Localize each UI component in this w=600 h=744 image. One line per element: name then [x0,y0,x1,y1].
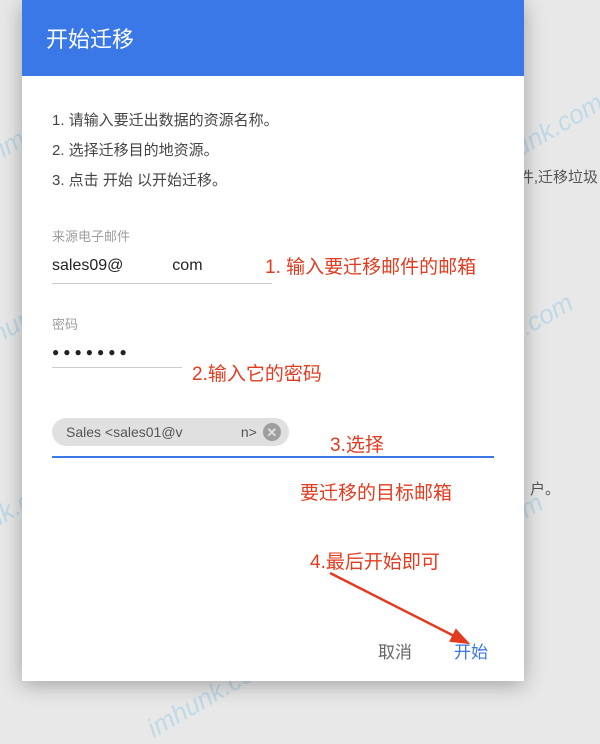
arrow-icon [320,565,500,660]
background-text: 户。 [530,478,560,499]
background-text: 件,迁移垃圾 [519,166,598,187]
instruction-line: 2. 选择迁移目的地资源。 [52,136,494,166]
instructions: 1. 请输入要迁出数据的资源名称。 2. 选择迁移目的地资源。 3. 点击 开始… [52,106,494,196]
annotation-3b: 要迁移的目标邮箱 [300,478,452,505]
dialog-title: 开始迁移 [22,0,524,76]
annotation-1: 1. 输入要迁移邮件的邮箱 [265,252,476,279]
annotation-2: 2.输入它的密码 [192,359,322,386]
close-icon[interactable]: ✕ [263,423,281,441]
target-select-row[interactable]: Sales <sales01@v n> ✕ [52,418,494,458]
source-email-input[interactable]: sales09@ com [52,251,272,284]
chip-text: Sales <sales01@v n> [66,424,257,440]
selected-target-chip[interactable]: Sales <sales01@v n> ✕ [52,418,289,446]
source-email-label: 来源电子邮件 [52,226,494,245]
instruction-line: 3. 点击 开始 以开始迁移。 [52,166,494,196]
password-input[interactable]: ●●●●●●● [52,339,182,368]
password-label: 密码 [52,314,494,333]
instruction-line: 1. 请输入要迁出数据的资源名称。 [52,106,494,136]
annotation-3: 3.选择 [330,430,384,457]
